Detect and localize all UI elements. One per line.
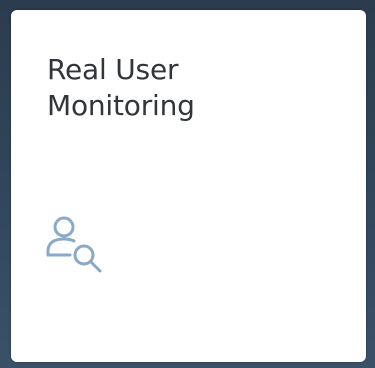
tile-title: Real User Monitoring (47, 53, 195, 122)
user-search-icon (44, 213, 106, 275)
launchpad-tile-real-user-monitoring[interactable]: Real User Monitoring (11, 10, 366, 362)
